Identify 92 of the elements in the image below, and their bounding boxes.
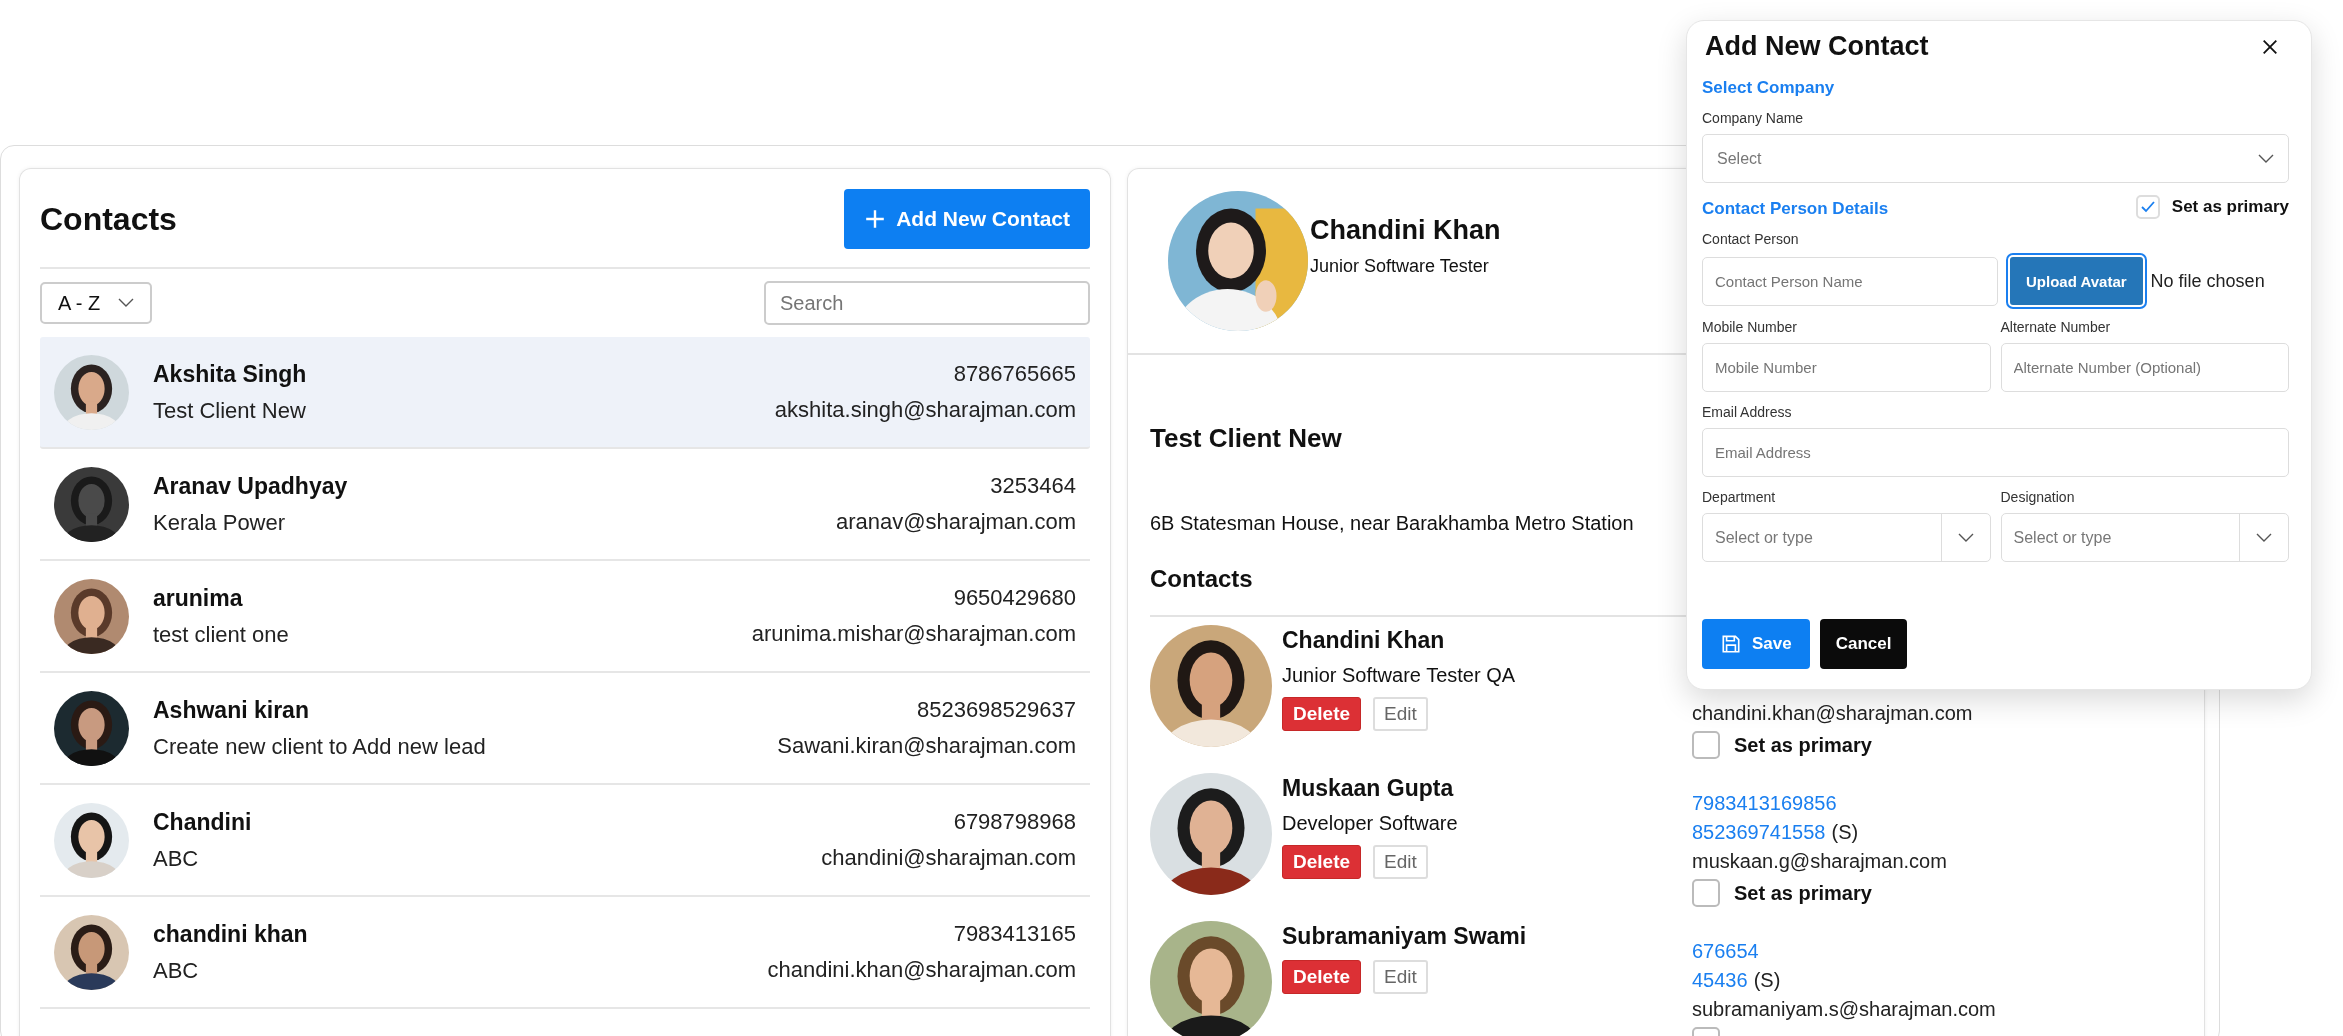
section-heading: Contacts: [1150, 565, 1253, 593]
email-address: arunima.mishar@sharajman.com: [751, 621, 1076, 647]
plus-icon: [864, 208, 887, 230]
department-select[interactable]: Select or type: [1702, 513, 1991, 562]
cancel-button[interactable]: Cancel: [1819, 619, 1908, 669]
contact-list-item[interactable]: Chandini ABC 6798798968 chandini@sharajman.com: [40, 785, 1090, 897]
edit-button[interactable]: Edit: [1373, 697, 1428, 731]
file-status: No file chosen: [2150, 270, 2265, 292]
company-name: Test Client New: [1150, 423, 1342, 454]
contact-name: Muskaan Gupta: [1282, 775, 1455, 802]
field-label: Mobile Number: [1702, 319, 1798, 335]
company-name: Kerala Power: [153, 509, 287, 536]
phone-number: 6798798968: [953, 809, 1076, 835]
delete-button[interactable]: Delete: [1282, 845, 1362, 879]
phone-number: 8523698529637: [916, 697, 1076, 723]
job-title: Developer Software: [1282, 812, 1459, 835]
designation-select[interactable]: Select or type: [2000, 513, 2289, 562]
mobile-number-field[interactable]: Mobile Number: [1702, 343, 1991, 392]
contact-list-item[interactable]: chandini khan ABC 7983413165 chandini.khan@sharajman.com: [40, 897, 1090, 1009]
phone-number: 9650429680: [953, 585, 1076, 611]
company-address: 6B Statesman House, near Barakhamba Metro Station: [1150, 512, 1634, 535]
field-label: Alternate Number: [2000, 319, 2112, 335]
contact-name: Chandini: [153, 808, 253, 836]
phone-link[interactable]: 45436: [1692, 969, 1748, 992]
contact-name: chandini khan: [153, 920, 309, 948]
company-name: ABC: [153, 957, 200, 984]
contact-list-item[interactable]: arunima test client one 9650429680 arunima.mishar@sharajman.com: [40, 561, 1090, 673]
search-field[interactable]: Search: [764, 281, 1090, 325]
secondary-tag: (S): [1753, 969, 1781, 992]
company-name: Test Client New: [153, 397, 307, 424]
chevron-icon: [1957, 532, 1974, 543]
phone-number: 8786765665: [953, 361, 1076, 387]
add-contact-button[interactable]: Add New Contact: [844, 189, 1090, 249]
phone-link[interactable]: 852369741558: [1692, 821, 1826, 844]
dialog-title: Add New Contact: [1705, 31, 1929, 62]
contact-name: arunima: [153, 584, 244, 612]
job-title: Junior Software Tester: [1310, 256, 1490, 277]
alternate-number-field[interactable]: Alternate Number (Optional): [2000, 343, 2289, 392]
sort-dropdown[interactable]: A - Z: [40, 282, 153, 324]
checkbox-label: Set as primary: [1734, 733, 1872, 757]
checkbox-label: Set as primary: [2171, 197, 2289, 217]
email-address: akshita.singh@sharajman.com: [774, 397, 1076, 423]
email-address: aranav@sharajman.com: [836, 509, 1076, 535]
close-icon[interactable]: [2261, 37, 2279, 56]
panel-title: Contacts: [40, 200, 177, 238]
section-heading: Contact Person Details: [1702, 199, 1889, 219]
edit-button[interactable]: Edit: [1373, 845, 1428, 879]
email-address: chandini.khan@sharajman.com: [767, 957, 1076, 983]
checkbox-label: Set as primary: [1734, 881, 1872, 905]
primary-checkbox[interactable]: [2135, 195, 2160, 219]
contact-name: Akshita Singh: [153, 360, 308, 388]
contact-list-item[interactable]: Ashwani kiran Create new client to Add new lead 8523698529637 Sawani.kiran@sharajman.com: [40, 673, 1090, 785]
company-name: Create new client to Add new lead: [153, 733, 487, 760]
primary-checkbox[interactable]: [1692, 879, 1720, 907]
phone-link[interactable]: 676654: [1692, 940, 1759, 963]
field-label: Email Address: [1702, 404, 1793, 420]
field-label: Contact Person: [1702, 231, 1800, 247]
contact-list-item[interactable]: Aranav Upadhyay Kerala Power 3253464 aranav@sharajman.com: [40, 449, 1090, 561]
email-address: Sawani.kiran@sharajman.com: [777, 733, 1076, 759]
phone-number: 7983413165: [953, 921, 1076, 947]
field-label: Department: [1702, 489, 1777, 505]
contact-name: Subramaniyam Swami: [1282, 923, 1528, 950]
contact-name-field[interactable]: Contact Person Name: [1702, 256, 1998, 306]
edit-button[interactable]: Edit: [1373, 960, 1428, 994]
email-address: chandini.khan@sharajman.com: [1692, 702, 1974, 725]
save-button[interactable]: Save: [1702, 619, 1810, 669]
upload-avatar-button[interactable]: Upload Avatar: [2008, 255, 2145, 307]
company-name: ABC: [153, 845, 200, 872]
contact-list-item[interactable]: Akshita Singh Test Client New 8786765665 akshita.singh@sharajman.com: [40, 337, 1090, 449]
contact-name: Aranav Upadhyay: [153, 472, 349, 500]
chevron-icon: [2256, 532, 2272, 543]
field-label: Designation: [2000, 489, 2076, 505]
chevron-icon: [118, 298, 135, 308]
company-select[interactable]: Select: [1702, 134, 2289, 183]
contact-name: Chandini Khan: [1310, 215, 1501, 246]
secondary-tag: (S): [1831, 821, 1859, 844]
job-title: Junior Software Tester QA: [1282, 664, 1517, 687]
contact-name: Ashwani kiran: [153, 696, 310, 724]
chevron-icon: [2258, 153, 2274, 164]
email-field[interactable]: Email Address: [1702, 428, 2289, 477]
phone-link[interactable]: 7983413169856: [1692, 792, 1837, 815]
phone-number: 3253464: [990, 473, 1076, 499]
primary-checkbox[interactable]: [1692, 731, 1720, 759]
delete-button[interactable]: Delete: [1282, 697, 1362, 731]
email-address: chandini@sharajman.com: [821, 845, 1076, 871]
field-label: Company Name: [1702, 110, 1805, 126]
company-name: test client one: [153, 621, 290, 648]
contact-name: Chandini Khan: [1282, 627, 1446, 654]
email-address: subramaniyam.s@sharajman.com: [1692, 998, 1997, 1021]
section-heading: Select Company: [1702, 78, 1836, 98]
delete-button[interactable]: Delete: [1282, 960, 1362, 994]
email-address: muskaan.g@sharajman.com: [1692, 850, 1948, 873]
